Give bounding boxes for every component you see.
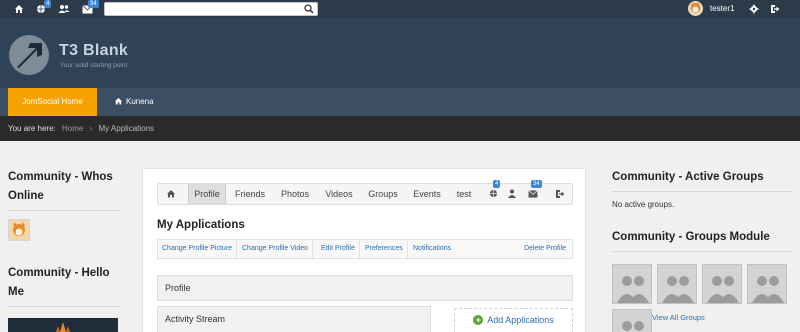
group-placeholder-icon bbox=[658, 265, 696, 303]
user-avatar[interactable] bbox=[688, 1, 703, 16]
breadcrumb: You are here: Home › My Applications bbox=[0, 116, 800, 141]
group-thumbnail[interactable] bbox=[612, 264, 652, 304]
group-placeholder-icon bbox=[703, 265, 741, 303]
divider bbox=[612, 251, 792, 252]
divider bbox=[8, 210, 120, 211]
tab-message-badge: 34 bbox=[531, 180, 542, 188]
tab-events[interactable]: Events bbox=[408, 184, 446, 204]
search-icon[interactable] bbox=[304, 4, 314, 16]
notifications-link[interactable]: Notifications bbox=[409, 240, 455, 258]
nav-item-kunena[interactable]: Kunena bbox=[104, 88, 164, 116]
breadcrumb-current: My Applications bbox=[98, 124, 155, 133]
delete-profile-link[interactable]: Delete Profile bbox=[520, 240, 570, 258]
page-title: My Applications bbox=[157, 219, 245, 231]
left-sidebar: Community - Whos Online bbox=[8, 168, 120, 211]
users-icon[interactable] bbox=[58, 2, 72, 16]
breadcrumb-home-link[interactable]: Home bbox=[62, 124, 83, 133]
add-applications-button[interactable]: + Add Applications bbox=[454, 308, 573, 332]
tab-photos[interactable]: Photos bbox=[276, 184, 314, 204]
groups-module-title: Community - Groups Module bbox=[612, 231, 770, 243]
tab-home[interactable] bbox=[158, 184, 184, 204]
tab-logout[interactable] bbox=[552, 184, 568, 204]
logout-icon bbox=[556, 190, 565, 198]
group-placeholder-icon bbox=[748, 265, 786, 303]
tab-user[interactable] bbox=[506, 184, 518, 204]
search-input[interactable] bbox=[105, 3, 295, 15]
breadcrumb-prefix: You are here: bbox=[8, 124, 56, 133]
preferences-link[interactable]: Preferences bbox=[361, 240, 408, 258]
nav-item-label: Kunena bbox=[126, 97, 154, 106]
top-toolbar: 4 34 tester1 bbox=[0, 0, 800, 18]
plus-icon: + bbox=[473, 315, 484, 325]
tab-notification-badge: 4 bbox=[493, 180, 501, 188]
active-groups-title: Community - Active Groups bbox=[612, 171, 764, 183]
group-placeholder-icon bbox=[613, 310, 651, 332]
main-nav: JomSocial Home Kunena bbox=[0, 88, 800, 116]
search-box bbox=[104, 2, 318, 16]
logout-icon[interactable] bbox=[770, 2, 784, 16]
tab-groups[interactable]: Groups bbox=[363, 184, 403, 204]
notification-badge: 4 bbox=[44, 0, 52, 8]
hello-me-cover bbox=[8, 318, 118, 332]
profile-actions-bar: Change Profile Picture Change Profile Vi… bbox=[157, 239, 573, 259]
home-icon bbox=[167, 190, 175, 198]
main-panel: Profile Friends Photos Videos Groups Eve… bbox=[142, 168, 586, 332]
activity-stream-section: Activity Stream bbox=[157, 306, 431, 332]
home-icon bbox=[114, 97, 123, 105]
group-placeholder-icon bbox=[613, 265, 651, 303]
change-profile-video-link[interactable]: Change Profile Video bbox=[238, 240, 314, 258]
username[interactable]: tester1 bbox=[710, 4, 734, 13]
change-profile-picture-link[interactable]: Change Profile Picture bbox=[158, 240, 238, 258]
site-logo-icon[interactable] bbox=[8, 34, 50, 76]
tab-profile[interactable]: Profile bbox=[188, 184, 226, 204]
site-header: T3 Blank Your solid starting point bbox=[0, 18, 800, 88]
view-all-groups-link[interactable]: View All Groups bbox=[652, 313, 705, 322]
tab-test[interactable]: test bbox=[452, 184, 476, 204]
divider bbox=[612, 191, 792, 192]
group-thumbnail[interactable] bbox=[657, 264, 697, 304]
edit-profile-link[interactable]: Edit Profile bbox=[317, 240, 360, 258]
group-thumbnail[interactable] bbox=[747, 264, 787, 304]
globe-icon bbox=[489, 189, 497, 198]
group-thumbnail[interactable] bbox=[612, 309, 652, 332]
whos-online-title: Community - Whos Online bbox=[8, 171, 113, 202]
tab-friends[interactable]: Friends bbox=[230, 184, 270, 204]
hello-me-title: Community - Hello Me bbox=[8, 267, 110, 298]
home-icon[interactable] bbox=[14, 2, 28, 16]
profile-section: Profile bbox=[157, 275, 573, 301]
no-active-groups-text: No active groups. bbox=[612, 200, 675, 209]
gear-icon[interactable] bbox=[749, 2, 763, 16]
site-tagline: Your solid starting point bbox=[60, 62, 128, 69]
online-user-avatar[interactable] bbox=[8, 219, 30, 241]
group-thumbnail[interactable] bbox=[702, 264, 742, 304]
divider bbox=[8, 306, 120, 307]
profile-toolbar: Profile Friends Photos Videos Groups Eve… bbox=[157, 180, 573, 205]
nav-item-jomsocial-home[interactable]: JomSocial Home bbox=[8, 88, 97, 116]
mail-icon bbox=[528, 190, 538, 198]
message-badge: 34 bbox=[88, 0, 99, 8]
user-icon bbox=[508, 189, 516, 198]
site-name[interactable]: T3 Blank bbox=[59, 42, 128, 60]
add-applications-label: Add Applications bbox=[487, 315, 554, 325]
nav-item-label: JomSocial Home bbox=[22, 97, 83, 106]
tab-videos[interactable]: Videos bbox=[320, 184, 358, 204]
breadcrumb-separator: › bbox=[89, 124, 93, 133]
hello-me-module: Community - Hello Me bbox=[8, 264, 120, 307]
